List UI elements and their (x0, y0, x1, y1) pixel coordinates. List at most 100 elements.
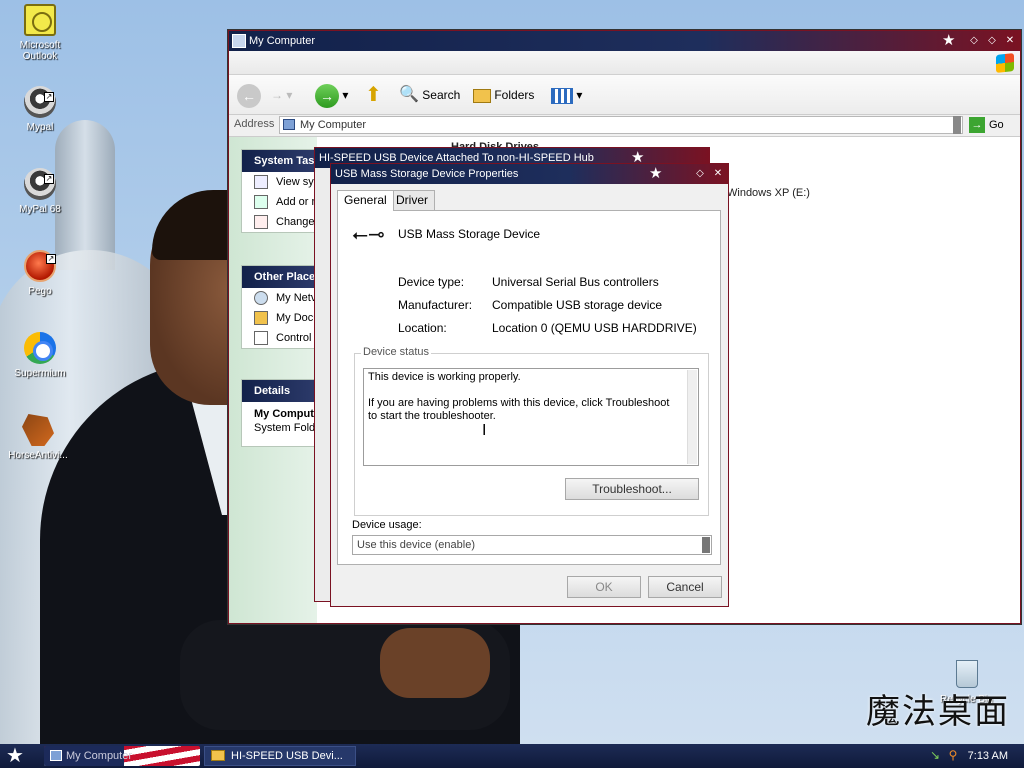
dropdown-arrow-icon (702, 537, 710, 553)
manufacturer-value: Compatible USB storage device (492, 298, 663, 312)
status-scrollbar[interactable] (687, 370, 697, 464)
up-folder-button[interactable]: ⬆ (365, 83, 382, 107)
taskbar-item-hispeed[interactable]: HI-SPEED USB Devi... (204, 746, 356, 766)
forward-dropdown[interactable]: → ▾ (271, 83, 292, 107)
my-computer-titlebar[interactable]: My Computer ★ ◇ ◇ ✕ (229, 31, 1020, 51)
network-icon (254, 291, 268, 305)
system-info-icon (254, 175, 268, 189)
place-my-documents[interactable]: My Docu (242, 308, 316, 328)
go-button[interactable]: → Go (969, 117, 1004, 133)
address-field[interactable]: My Computer (279, 116, 963, 134)
star-icon: ★ (942, 32, 956, 49)
close-button[interactable]: ✕ (1003, 34, 1017, 48)
usb-properties-dialog[interactable]: USB Mass Storage Device Properties ★ ◇ ✕… (330, 163, 729, 607)
device-name: USB Mass Storage Device (398, 227, 541, 241)
control-panel-icon (254, 331, 268, 345)
details-panel: Details My Comput System Folde (241, 379, 317, 447)
cancel-button[interactable]: Cancel (648, 576, 722, 598)
properties-titlebar[interactable]: USB Mass Storage Device Properties ★ ◇ ✕ (331, 164, 728, 184)
folder-icon (473, 88, 491, 103)
desktop-icon-label: Microsoft Outlook (19, 40, 61, 62)
tab-driver[interactable]: Driver (389, 190, 435, 210)
other-places-panel: Other Place My Netv My Docu Control I (241, 265, 317, 349)
computer-icon (50, 750, 62, 761)
brand-watermark: 魔法桌面 (866, 692, 1010, 732)
task-view-system-info[interactable]: View sy (242, 172, 316, 192)
manufacturer-label: Manufacturer: (398, 298, 473, 312)
desktop-icon-outlook[interactable]: Microsoft Outlook (2, 4, 78, 62)
desktop-icon-label: Supermium (14, 368, 66, 379)
pego-icon: ↗ (24, 250, 56, 282)
location-label: Location: (398, 321, 447, 335)
views-button[interactable]: ▾ (551, 83, 582, 107)
device-status-legend: Device status (361, 346, 432, 358)
place-my-network[interactable]: My Netv (242, 288, 316, 308)
address-label: Address (234, 118, 275, 130)
desktop-icon-label: Pego (28, 286, 52, 297)
system-tasks-header[interactable]: System Tas (242, 150, 316, 172)
status-line-1: This device is working properly. (368, 371, 521, 383)
ok-button[interactable]: OK (567, 576, 641, 598)
tab-general[interactable]: General (337, 190, 394, 211)
documents-folder-icon (254, 311, 268, 325)
start-button[interactable]: ★ (6, 744, 24, 768)
search-button[interactable]: 🔍 Search (399, 83, 460, 107)
desktop-icon-label: HorseAntivi... (8, 450, 68, 461)
horse-icon (22, 414, 54, 446)
drive-windows-xp[interactable]: Windows XP (E:) (727, 187, 810, 199)
desktop-icon-mypal[interactable]: ↗ Mypal (2, 86, 78, 133)
forward-button[interactable]: → ▾ (315, 83, 348, 108)
shortcut-arrow-icon: ↗ (46, 254, 56, 264)
taskbar: ★ My Computer HI-SPEED USB Devi... ↘ ⚲ 7… (0, 744, 1024, 768)
control-panel-icon (254, 215, 268, 229)
search-label: Search (422, 88, 461, 102)
menu-strip (229, 51, 1020, 75)
place-control-panel[interactable]: Control I (242, 328, 316, 348)
desktop-icon-supermium[interactable]: Supermium (2, 332, 78, 379)
device-usage-value: Use this device (enable) (357, 539, 476, 551)
views-icon (551, 87, 573, 104)
supermium-icon (24, 332, 56, 364)
folders-label: Folders (494, 88, 535, 102)
address-dropdown[interactable] (953, 116, 961, 134)
desktop-icon-horseantivirus[interactable]: HorseAntivi... (0, 414, 76, 461)
raccoon-icon: ↗ (24, 168, 56, 200)
safely-remove-icon[interactable]: ↘ (928, 748, 942, 762)
desktop-icon-pego[interactable]: ↗ Pego (2, 250, 78, 297)
place-label: Control I (276, 332, 317, 344)
close-button[interactable]: ✕ (711, 167, 725, 181)
desktop-icon-label: Mypal (26, 122, 54, 133)
task-add-remove-programs[interactable]: Add or r (242, 192, 316, 212)
status-line-2: If you are having problems with this dev… (368, 397, 670, 422)
task-change-setting[interactable]: Change (242, 212, 316, 232)
window-title: My Computer (249, 35, 316, 47)
search-tray-icon[interactable]: ⚲ (946, 748, 960, 762)
folders-button[interactable]: Folders (473, 83, 534, 107)
device-status-group: Device status This device is working pro… (354, 346, 709, 516)
raccoon-icon: ↗ (24, 86, 56, 118)
details-header[interactable]: Details (242, 380, 316, 402)
device-usage-select[interactable]: Use this device (enable) (352, 535, 712, 555)
window-title: USB Mass Storage Device Properties (335, 168, 519, 180)
place-label: My Netv (276, 292, 317, 304)
computer-icon (283, 119, 295, 130)
usb-icon: ⭠⊸ (352, 224, 385, 246)
outlook-icon (24, 4, 56, 36)
back-button[interactable]: ← (237, 83, 261, 108)
other-places-header[interactable]: Other Place (242, 266, 316, 288)
wallpaper-figure-hand (380, 628, 490, 698)
shortcut-arrow-icon: ↗ (44, 92, 54, 102)
taskbar-item-my-computer[interactable]: My Computer (44, 746, 200, 766)
maximize-button[interactable]: ◇ (985, 34, 999, 48)
windows-logo-icon (996, 53, 1014, 73)
address-value: My Computer (300, 119, 367, 131)
minimize-button[interactable]: ◇ (967, 34, 981, 48)
device-type-value: Universal Serial Bus controllers (492, 275, 659, 289)
place-label: My Docu (276, 312, 317, 324)
desktop-icon-mypal-68[interactable]: ↗ MyPal 68 (2, 168, 78, 215)
device-status-text[interactable]: This device is working properly. If you … (363, 368, 699, 466)
troubleshoot-button[interactable]: Troubleshoot... (565, 478, 699, 500)
help-button[interactable]: ◇ (693, 167, 707, 181)
clock[interactable]: 7:13 AM (968, 744, 1008, 768)
device-usage-label: Device usage: (352, 519, 422, 531)
